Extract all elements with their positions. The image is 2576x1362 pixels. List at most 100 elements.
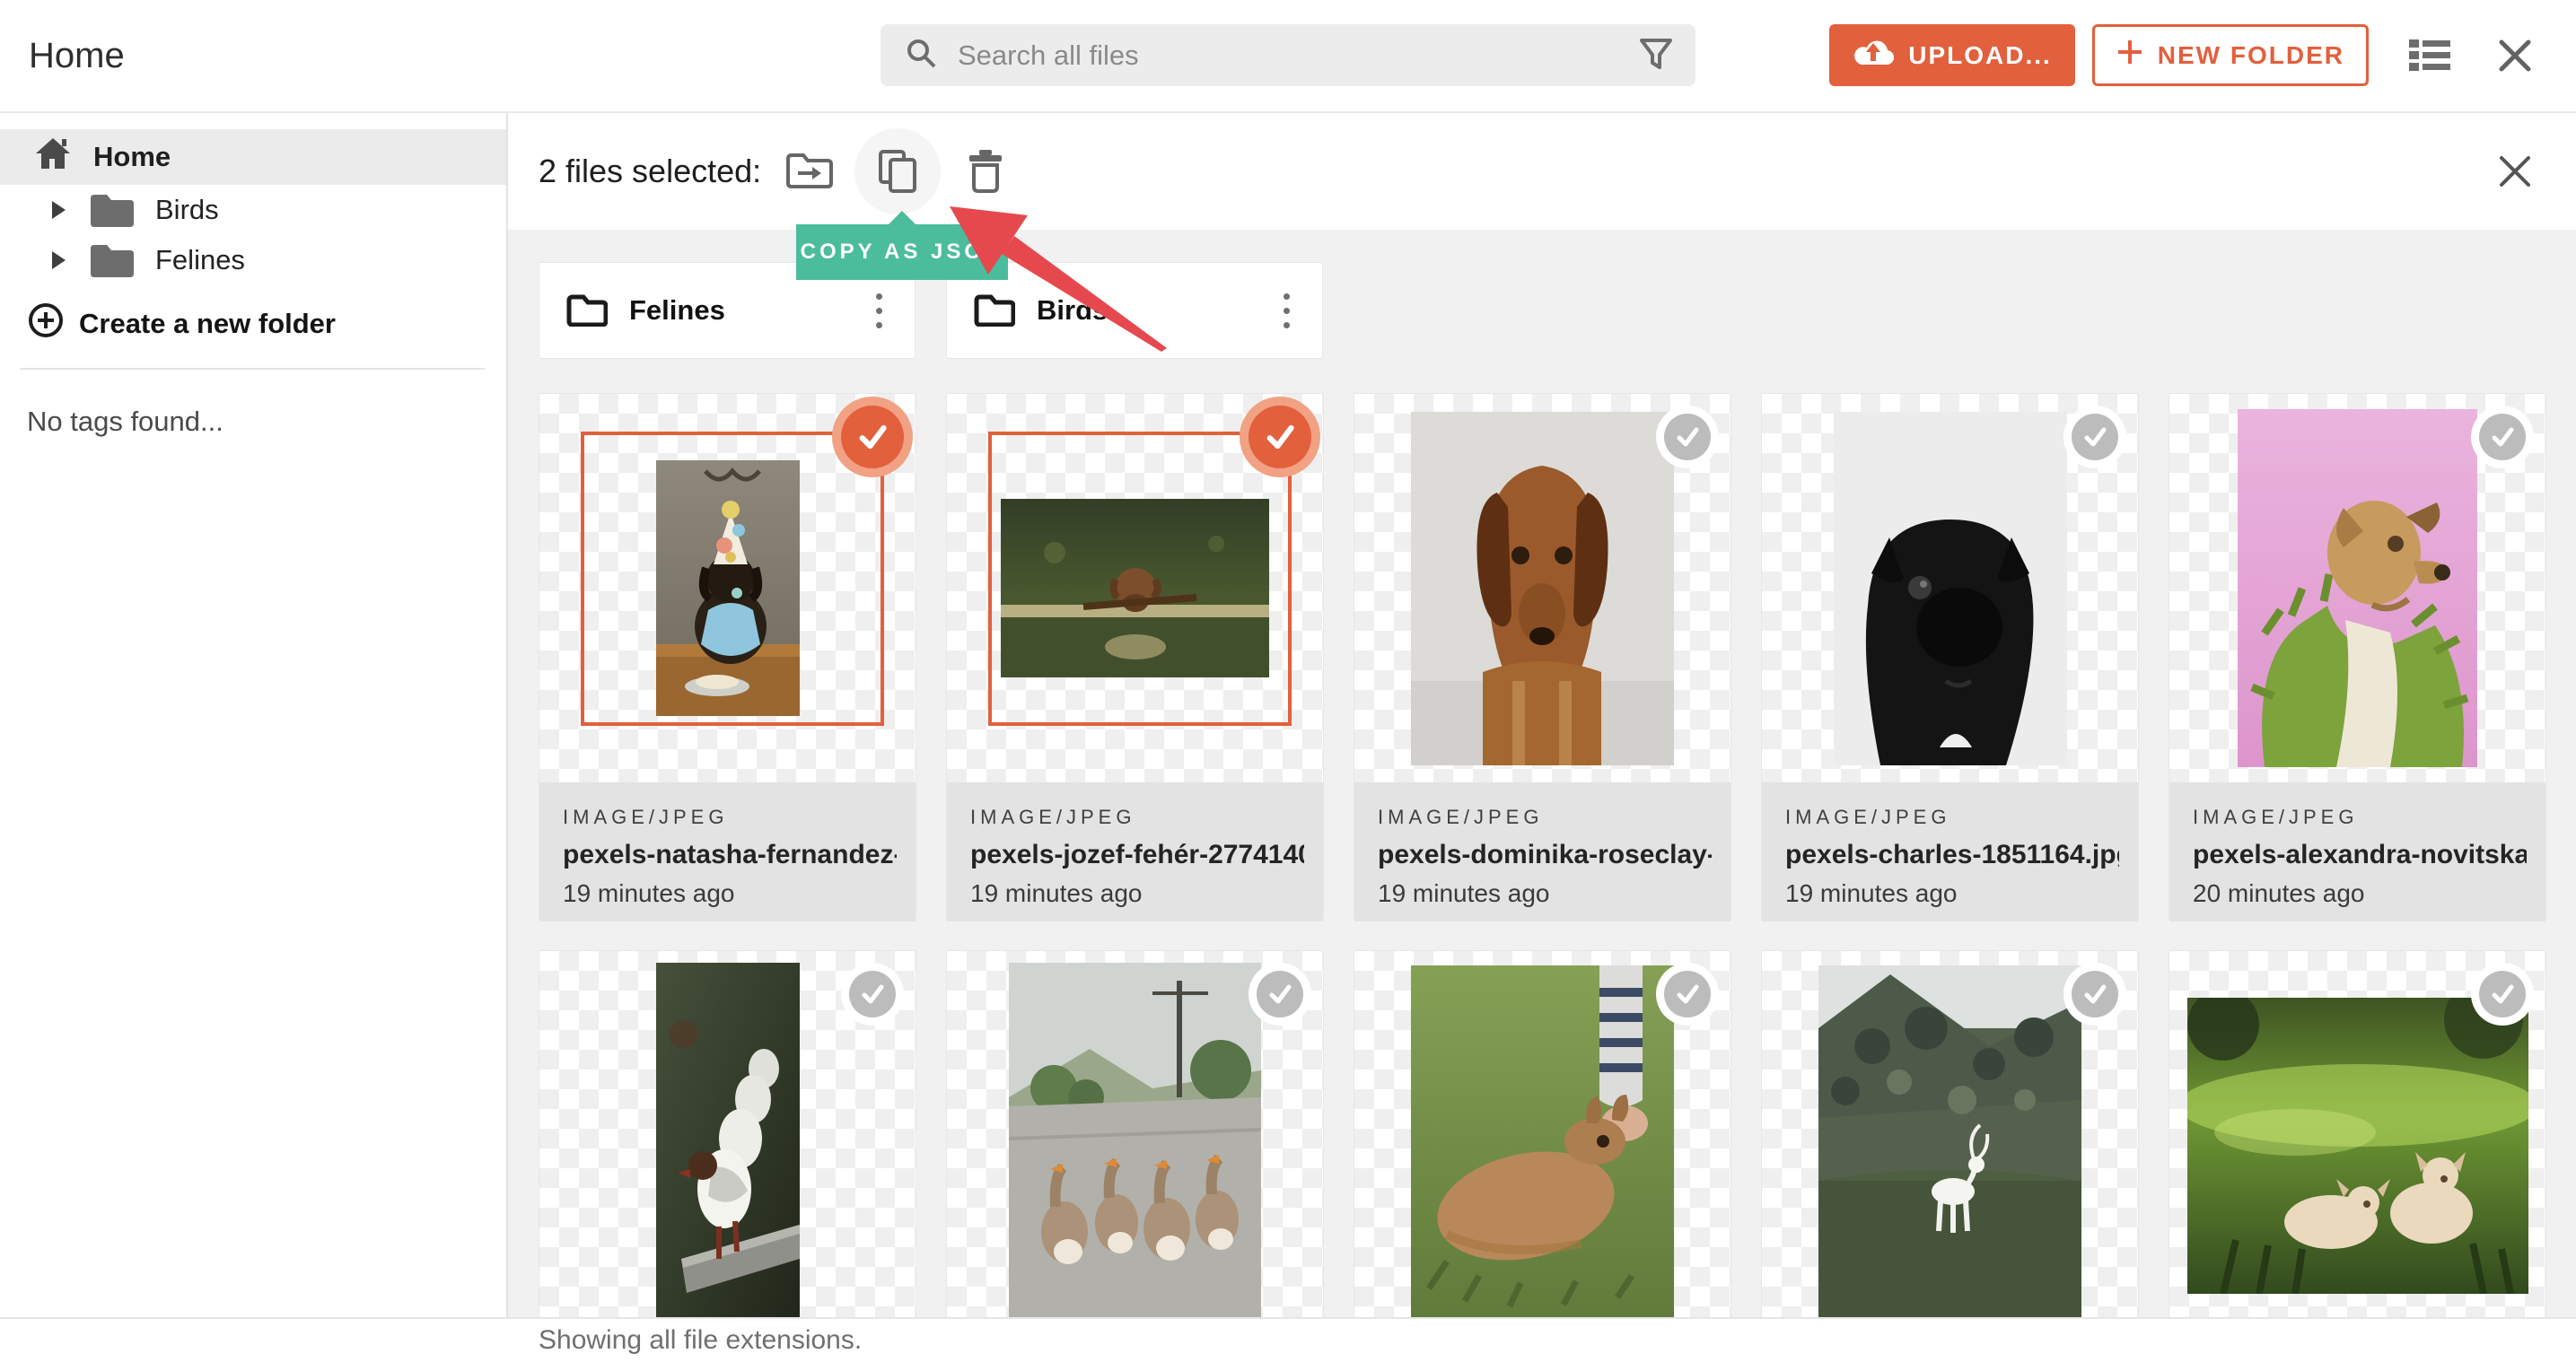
file-browser-content: Felines Birds IMAGE/JPEG pexels-natasha-… <box>508 230 2576 1317</box>
file-modified-time: 19 minutes ago <box>1785 879 1958 907</box>
file-thumbnail[interactable] <box>1762 951 2138 1317</box>
create-folder-button[interactable]: Create a new folder <box>0 298 506 350</box>
file-card[interactable] <box>539 950 916 1317</box>
file-thumbnail[interactable] <box>947 951 1323 1317</box>
file-checkbox[interactable] <box>2063 963 2126 1026</box>
file-meta: IMAGE/JPEG pexels-natasha-fernandez-733.… <box>539 782 916 921</box>
file-card[interactable]: IMAGE/JPEG pexels-alexandra-novitskaya-2… <box>2169 393 2546 921</box>
file-card[interactable]: IMAGE/JPEG pexels-natasha-fernandez-733.… <box>539 393 916 921</box>
close-icon[interactable] <box>2495 36 2535 75</box>
dachshund-portrait-photo <box>1411 411 1674 765</box>
page-title: Home <box>29 35 125 75</box>
check-icon <box>2072 971 2118 1017</box>
folder-card-name: Birds <box>1037 294 1108 326</box>
house-icon <box>34 136 72 178</box>
file-grid: IMAGE/JPEG pexels-natasha-fernandez-733.… <box>539 393 2576 1317</box>
file-card[interactable]: IMAGE/JPEG pexels-jozef-fehér-2774140.jp… <box>946 393 1324 921</box>
file-card[interactable]: IMAGE/JPEG pexels-dominika-roseclay-8952… <box>1354 393 1731 921</box>
check-icon <box>2479 414 2526 460</box>
file-checkbox[interactable] <box>1656 406 1719 468</box>
file-card[interactable] <box>2169 950 2546 1317</box>
copy-button-hover-halo <box>854 128 942 214</box>
file-checkbox[interactable] <box>841 406 904 468</box>
folder-outline-icon <box>566 294 608 327</box>
kangaroo-feeding-photo <box>1411 965 1674 1317</box>
file-thumbnail[interactable] <box>1354 394 1730 782</box>
copy-icon[interactable] <box>872 146 923 196</box>
trash-icon[interactable] <box>960 146 1011 196</box>
sidebar-folder-label: Birds <box>155 194 219 225</box>
sidebar-folder-item[interactable]: Birds <box>0 185 506 235</box>
file-checkbox[interactable] <box>2471 406 2534 468</box>
kebab-menu-icon[interactable] <box>871 288 888 334</box>
dog-green-coat-pink-photo <box>2238 409 2477 767</box>
file-thumbnail[interactable] <box>1354 951 1730 1317</box>
file-card[interactable]: IMAGE/JPEG pexels-charles-1851164.jpg 19… <box>1761 393 2139 921</box>
caret-right-icon[interactable] <box>52 201 66 219</box>
file-meta: IMAGE/JPEG pexels-alexandra-novitskaya-2… <box>2169 782 2545 921</box>
search-input[interactable] <box>956 38 1640 73</box>
seagulls-railing-photo <box>655 963 800 1317</box>
file-checkbox[interactable] <box>1656 963 1719 1026</box>
folder-card-name: Felines <box>629 294 725 326</box>
file-modified-time: 19 minutes ago <box>1378 879 1550 907</box>
lambs-grass-photo <box>2186 997 2528 1294</box>
file-manager-window: Home UPLOAD... NEW FOLDER <box>0 0 2576 1362</box>
check-icon <box>841 406 904 468</box>
file-meta: IMAGE/JPEG pexels-charles-1851164.jpg 19… <box>1762 782 2138 921</box>
file-thumbnail[interactable] <box>539 394 916 782</box>
file-name: pexels-charles-1851164.jpg <box>1785 840 2119 869</box>
check-icon <box>1257 971 1303 1017</box>
circle-plus-icon <box>27 301 65 346</box>
dog-party-hat-photo <box>655 460 800 716</box>
caret-right-icon[interactable] <box>52 251 66 269</box>
check-icon <box>849 971 896 1017</box>
file-card[interactable] <box>1354 950 1731 1317</box>
folder-outline-icon <box>974 294 1015 327</box>
selection-toolbar: 2 files selected: <box>508 113 2576 230</box>
file-mime-type: IMAGE/JPEG <box>1378 806 1544 828</box>
geese-road-photo <box>1009 963 1261 1317</box>
file-thumbnail[interactable] <box>947 394 1323 782</box>
file-mime-type: IMAGE/JPEG <box>563 806 729 828</box>
white-deer-hillside-photo <box>1818 965 2081 1317</box>
search-bar[interactable] <box>881 24 1695 86</box>
folder-icon <box>91 195 134 227</box>
file-mime-type: IMAGE/JPEG <box>2193 806 2359 828</box>
list-view-icon[interactable] <box>2409 38 2450 74</box>
funnel-icon[interactable] <box>1640 38 1672 73</box>
file-card[interactable] <box>1761 950 2139 1317</box>
search-icon <box>904 36 938 74</box>
file-meta: IMAGE/JPEG pexels-dominika-roseclay-8952… <box>1354 782 1730 921</box>
file-checkbox[interactable] <box>2063 406 2126 468</box>
file-checkbox[interactable] <box>2471 963 2534 1026</box>
check-icon <box>1249 406 1311 468</box>
file-thumbnail[interactable] <box>1762 394 2138 782</box>
kebab-menu-icon[interactable] <box>1278 288 1295 334</box>
file-checkbox[interactable] <box>1249 963 1311 1026</box>
plus-icon <box>2116 39 2143 72</box>
file-name: pexels-alexandra-novitskaya-2... <box>2193 840 2527 869</box>
window-body: Home Birds Felines Create a new folder N… <box>0 113 2576 1317</box>
black-pug-photo <box>1833 411 2067 765</box>
file-mime-type: IMAGE/JPEG <box>1785 806 1951 828</box>
folder-icon <box>91 245 134 277</box>
dog-swimming-stick-photo <box>1001 499 1269 677</box>
file-checkbox[interactable] <box>841 963 904 1026</box>
new-folder-button[interactable]: NEW FOLDER <box>2091 24 2369 86</box>
file-thumbnail[interactable] <box>2169 951 2545 1317</box>
file-modified-time: 20 minutes ago <box>2193 879 2365 907</box>
file-thumbnail[interactable] <box>2169 394 2545 782</box>
move-to-folder-icon[interactable] <box>784 146 835 196</box>
sidebar-folder-item[interactable]: Felines <box>0 235 506 285</box>
tags-empty-text: No tags found... <box>27 406 223 437</box>
sidebar-item-home[interactable]: Home <box>0 129 506 185</box>
upload-button[interactable]: UPLOAD... <box>1829 24 2075 86</box>
file-thumbnail[interactable] <box>539 951 916 1317</box>
file-card[interactable] <box>946 950 1324 1317</box>
main-panel: 2 files selected: COPY AS JSON Felines B… <box>508 113 2576 1317</box>
clear-selection-close-icon[interactable] <box>2495 152 2535 191</box>
file-checkbox[interactable] <box>1249 406 1311 468</box>
file-name: pexels-natasha-fernandez-733... <box>563 840 897 869</box>
sidebar-divider <box>20 368 485 370</box>
